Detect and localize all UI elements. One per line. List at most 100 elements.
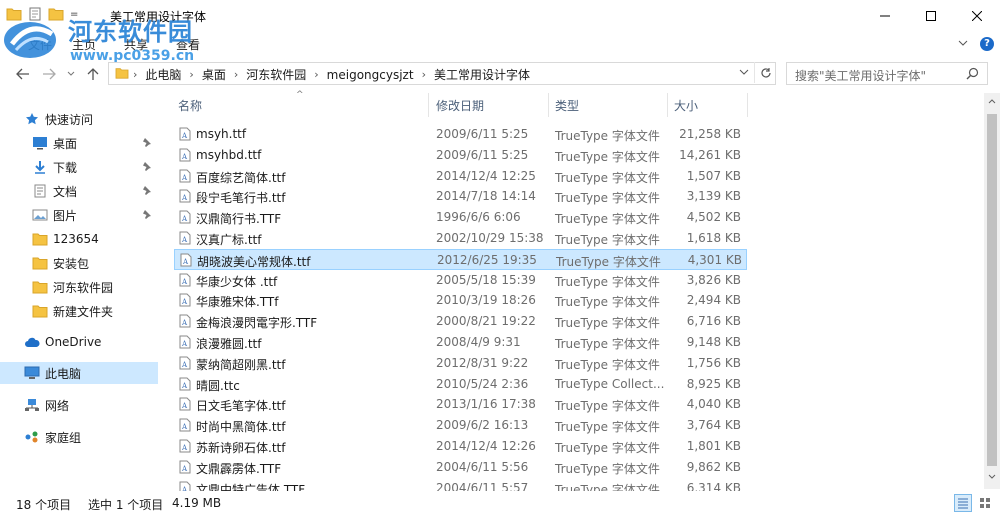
pin-icon[interactable] bbox=[142, 161, 152, 171]
search-input[interactable]: 搜索"美工常用设计字体" bbox=[786, 62, 988, 85]
sidebar-item-desktop[interactable]: 桌面 bbox=[0, 132, 158, 154]
sidebar-item-homegroup[interactable]: 家庭组 bbox=[0, 426, 158, 448]
sidebar-item-documents[interactable]: 文档 bbox=[0, 180, 158, 202]
pin-icon[interactable] bbox=[142, 185, 152, 195]
file-type: TrueType Collect... bbox=[555, 377, 665, 391]
svg-text:A: A bbox=[181, 319, 188, 327]
column-divider[interactable] bbox=[747, 93, 748, 117]
scroll-down-icon[interactable] bbox=[988, 474, 996, 480]
sidebar-item-hedong[interactable]: 河东软件园 bbox=[0, 276, 158, 298]
pin-icon[interactable] bbox=[142, 209, 152, 219]
breadcrumb-desktop[interactable]: 桌面 bbox=[202, 66, 226, 83]
chevron-right-icon[interactable]: › bbox=[234, 68, 238, 81]
search-icon[interactable] bbox=[966, 67, 979, 80]
svg-text:A: A bbox=[181, 361, 188, 369]
file-name: 浪漫雅圆.ttf bbox=[196, 337, 262, 351]
file-row[interactable]: A 浪漫雅圆.ttf 2008/4/9 9:31 TrueType 字体文件 9,148… bbox=[174, 332, 747, 353]
sidebar-item-downloads[interactable]: 下载 bbox=[0, 156, 158, 178]
sidebar-item-123654[interactable]: 123654 bbox=[0, 228, 158, 250]
file-type: TrueType 字体文件 bbox=[555, 275, 660, 289]
file-date: 2004/6/11 5:56 bbox=[436, 460, 529, 474]
svg-text:A: A bbox=[181, 278, 188, 286]
sidebar-item-pictures[interactable]: 图片 bbox=[0, 204, 158, 226]
file-row[interactable]: A 华康少女体 .ttf 2005/5/18 15:39 TrueType 字体文件 3… bbox=[174, 270, 747, 291]
file-name: 晴圆.ttc bbox=[196, 379, 240, 393]
font-file-icon: A bbox=[179, 460, 191, 474]
file-row[interactable]: A 苏新诗卵石体.ttf 2014/12/4 12:26 TrueType 字体文件 1… bbox=[174, 436, 747, 457]
file-size: 21,258 KB bbox=[679, 127, 741, 141]
sidebar-item-this-pc[interactable]: 此电脑 bbox=[0, 362, 158, 384]
file-row[interactable]: A 文鼎中特广告体.TTF 2004/6/11 5:57 TrueType 字体文件 6… bbox=[174, 478, 747, 491]
file-row[interactable]: A 段宁毛笔行书.ttf 2014/7/18 14:14 TrueType 字体文件 3… bbox=[174, 186, 747, 207]
refresh-button[interactable] bbox=[754, 62, 776, 83]
file-row[interactable]: A 胡晓波美心常规体.ttf 2012/6/25 19:35 TrueType 字体文… bbox=[174, 249, 747, 270]
file-row[interactable]: A 百度综艺简体.ttf 2014/12/4 12:25 TrueType 字体文件 1… bbox=[174, 166, 747, 187]
sidebar-item-new-folder[interactable]: 新建文件夹 bbox=[0, 300, 158, 322]
vertical-scrollbar[interactable] bbox=[984, 93, 1000, 489]
breadcrumb-this-pc[interactable]: 此电脑 bbox=[145, 66, 181, 83]
back-button[interactable] bbox=[14, 65, 32, 83]
chevron-right-icon[interactable]: › bbox=[133, 68, 137, 81]
file-row[interactable]: A 华康雅宋体.TTf 2010/3/19 18:26 TrueType 字体文件 2,… bbox=[174, 290, 747, 311]
nav-label: 此电脑 bbox=[45, 366, 82, 381]
close-button[interactable] bbox=[954, 0, 1000, 31]
file-type: TrueType 字体文件 bbox=[555, 441, 660, 455]
svg-text:A: A bbox=[181, 402, 188, 410]
file-row[interactable]: A 金梅浪漫閃電字形.TTF 2000/8/21 19:22 TrueType 字体文… bbox=[174, 311, 747, 332]
forward-button[interactable] bbox=[40, 65, 58, 83]
chevron-right-icon[interactable]: › bbox=[422, 68, 426, 81]
file-name: 百度综艺简体.ttf bbox=[196, 171, 286, 185]
sidebar-item-network[interactable]: 网络 bbox=[0, 394, 158, 416]
large-icons-view-button[interactable] bbox=[976, 494, 994, 512]
file-row[interactable]: Amsyhbd.ttf 2009/6/11 5:25 TrueType 字体文件 14… bbox=[174, 145, 747, 166]
nav-label: OneDrive bbox=[45, 335, 102, 349]
file-date: 2000/8/21 19:22 bbox=[436, 314, 536, 328]
column-header-size[interactable]: 大小 bbox=[674, 97, 698, 114]
file-type: TrueType 字体文件 bbox=[556, 255, 661, 269]
file-row[interactable]: A 汉鼎简行书.TTF 1996/6/6 6:06 TrueType 字体文件 4,50… bbox=[174, 207, 747, 228]
minimize-button[interactable] bbox=[862, 0, 908, 31]
file-row[interactable]: Amsyh.ttf 2009/6/11 5:25 TrueType 字体文件 21,2… bbox=[174, 124, 747, 145]
column-header-date[interactable]: 修改日期 bbox=[436, 97, 484, 114]
address-bar[interactable]: › 此电脑 › 桌面 › 河东软件园 › meigongcysjzt › 美工常… bbox=[108, 62, 776, 85]
details-view-button[interactable] bbox=[954, 494, 972, 512]
cloud-icon bbox=[24, 334, 40, 350]
folder-icon bbox=[32, 231, 48, 247]
breadcrumb-current[interactable]: 美工常用设计字体 bbox=[434, 66, 530, 83]
column-divider[interactable] bbox=[548, 93, 549, 117]
column-header-name[interactable]: 名称 bbox=[178, 97, 202, 114]
file-date: 2009/6/2 16:13 bbox=[436, 418, 529, 432]
expand-ribbon-icon[interactable] bbox=[958, 39, 968, 47]
file-row[interactable]: A 汉真广标.ttf 2002/10/29 15:38 TrueType 字体文件 1,… bbox=[174, 228, 747, 249]
file-row[interactable]: A 蒙纳简超刚黑.ttf 2012/8/31 9:22 TrueType 字体文件 1,… bbox=[174, 353, 747, 374]
breadcrumb-hedong[interactable]: 河东软件园 bbox=[246, 66, 306, 83]
chevron-right-icon[interactable]: › bbox=[189, 68, 193, 81]
chevron-right-icon[interactable]: › bbox=[314, 68, 318, 81]
breadcrumb-meigongcysjzt[interactable]: meigongcysjzt bbox=[327, 68, 414, 82]
column-divider[interactable] bbox=[667, 93, 668, 117]
file-row[interactable]: A 文鼎霹雳体.TTF 2004/6/11 5:56 TrueType 字体文件 9,8… bbox=[174, 457, 747, 478]
recent-locations-button[interactable] bbox=[62, 65, 80, 83]
help-icon[interactable]: ? bbox=[980, 37, 994, 51]
file-row[interactable]: A 时尚中黑简体.ttf 2009/6/2 16:13 TrueType 字体文件 3,… bbox=[174, 415, 747, 436]
sidebar-item-installers[interactable]: 安装包 bbox=[0, 252, 158, 274]
address-dropdown-icon[interactable] bbox=[739, 68, 749, 76]
scrollbar-thumb[interactable] bbox=[987, 114, 997, 466]
font-file-icon: A bbox=[179, 127, 191, 141]
file-row[interactable]: A 日文毛笔字体.ttf 2013/1/16 17:38 TrueType 字体文件 4… bbox=[174, 394, 747, 415]
file-date: 2013/1/16 17:38 bbox=[436, 397, 536, 411]
nav-quick-access[interactable]: 快速访问 bbox=[0, 108, 158, 130]
file-row[interactable]: A 晴圆.ttc 2010/5/24 2:36 TrueType Collect...… bbox=[174, 374, 747, 395]
font-file-icon: A bbox=[179, 169, 191, 183]
file-date: 2012/6/25 19:35 bbox=[437, 253, 537, 267]
font-file-icon: A bbox=[179, 377, 191, 391]
scroll-up-icon[interactable] bbox=[988, 98, 996, 104]
nav-label: 河东软件园 bbox=[53, 280, 114, 295]
file-date: 2009/6/11 5:25 bbox=[436, 148, 529, 162]
sidebar-item-onedrive[interactable]: OneDrive bbox=[0, 331, 158, 353]
column-divider[interactable] bbox=[428, 93, 429, 117]
pin-icon[interactable] bbox=[142, 137, 152, 147]
column-header-type[interactable]: 类型 bbox=[555, 97, 579, 114]
maximize-button[interactable] bbox=[908, 0, 954, 31]
up-button[interactable] bbox=[84, 65, 102, 83]
